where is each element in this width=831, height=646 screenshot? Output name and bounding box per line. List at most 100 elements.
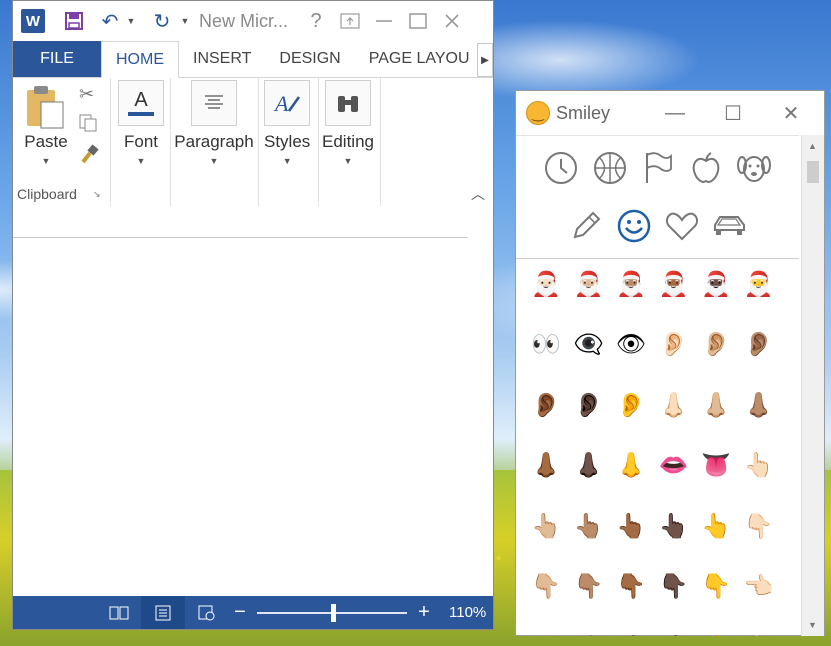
emoji-panel-title: Smiley: [556, 102, 611, 123]
undo-dropdown-icon[interactable]: ▼: [125, 6, 137, 36]
minimize-icon[interactable]: [367, 6, 401, 36]
clock-icon[interactable]: [541, 148, 581, 188]
collapse-ribbon-icon[interactable]: ︿: [471, 184, 485, 204]
emoji-cell[interactable]: 👂: [613, 387, 649, 423]
scroll-down-icon[interactable]: ▼: [808, 620, 817, 630]
emoji-cell[interactable]: 👉🏻: [741, 629, 777, 637]
emoji-cell[interactable]: 🎅🏼: [571, 266, 607, 302]
emoji-cell[interactable]: 👁‍🗨: [571, 327, 607, 363]
emoji-cell[interactable]: 🎅🏻: [528, 266, 564, 302]
apple-icon[interactable]: [686, 148, 726, 188]
save-icon[interactable]: [59, 6, 89, 36]
tab-design[interactable]: DESIGN: [265, 41, 354, 77]
emoji-cell[interactable]: 👃🏾: [528, 448, 564, 484]
emoji-cell[interactable]: 👂🏾: [528, 387, 564, 423]
pencil-icon[interactable]: [566, 206, 606, 246]
emoji-cell[interactable]: 👂🏻: [656, 327, 692, 363]
emoji-cell[interactable]: 👆🏿: [656, 508, 692, 544]
emoji-cell[interactable]: 👁: [613, 327, 649, 363]
emoji-grid: 🎅🏻 🎅🏼 🎅🏽 🎅🏾 🎅🏿 🎅 👀 👁‍🗨 👁 👂🏻 👂🏼 👂🏽 👂🏾 👂🏿 👂 👃🏻 👃🏼 👃🏽 👃🏾 👃🏿 👃 👄 👅…: [516, 258, 799, 637]
maximize-icon[interactable]: ☐: [704, 101, 762, 126]
cut-icon[interactable]: ✂: [79, 84, 94, 105]
emoji-cell[interactable]: 👂🏽: [741, 327, 777, 363]
smiley-icon[interactable]: [614, 206, 654, 246]
scroll-up-icon[interactable]: ▲: [808, 141, 817, 151]
emoji-cell[interactable]: 👇: [698, 569, 734, 605]
zoom-slider-knob[interactable]: [331, 603, 336, 622]
zoom-level[interactable]: 110%: [449, 604, 486, 621]
zoom-out-icon[interactable]: −: [229, 596, 251, 629]
help-icon[interactable]: ?: [299, 6, 333, 36]
scroll-thumb[interactable]: [807, 161, 819, 183]
document-page[interactable]: [13, 208, 493, 596]
emoji-cell[interactable]: 👂🏼: [698, 327, 734, 363]
styles-group: A Styles ▼: [258, 78, 319, 206]
font-button[interactable]: A Font ▼: [118, 80, 164, 166]
emoji-cell[interactable]: 🎅: [741, 266, 777, 302]
emoji-cell[interactable]: 👆🏽: [571, 508, 607, 544]
dog-icon[interactable]: [734, 148, 774, 188]
emoji-cell[interactable]: 🎅🏿: [698, 266, 734, 302]
editing-button[interactable]: Editing ▼: [322, 80, 374, 166]
emoji-cell[interactable]: 👃: [613, 448, 649, 484]
styles-button[interactable]: A Styles ▼: [264, 80, 310, 166]
tab-scroll-right-icon[interactable]: ▶: [477, 43, 493, 77]
emoji-cell[interactable]: 👇🏽: [571, 569, 607, 605]
clipboard-launcher-icon[interactable]: ↘: [93, 189, 101, 200]
heart-icon[interactable]: [662, 206, 702, 246]
print-layout-icon[interactable]: [141, 596, 185, 629]
emoji-cell[interactable]: 👆: [698, 508, 734, 544]
emoji-cell[interactable]: 👃🏿: [571, 448, 607, 484]
emoji-cell[interactable]: 👇🏻: [741, 508, 777, 544]
emoji-cell[interactable]: 🎅🏽: [613, 266, 649, 302]
ribbon-display-icon[interactable]: [333, 6, 367, 36]
emoji-cell[interactable]: 👄: [656, 448, 692, 484]
maximize-icon[interactable]: [401, 6, 435, 36]
customize-qat-icon[interactable]: ▼: [177, 6, 193, 36]
emoji-cell[interactable]: 👆🏼: [528, 508, 564, 544]
redo-icon[interactable]: ↻: [147, 6, 177, 36]
close-icon[interactable]: ✕: [762, 101, 820, 126]
emoji-cell[interactable]: 👈🏽: [571, 629, 607, 637]
minimize-icon[interactable]: —: [646, 102, 704, 125]
emoji-cell[interactable]: 👃🏽: [741, 387, 777, 423]
car-icon[interactable]: [710, 206, 750, 246]
paragraph-dropdown-icon: ▼: [209, 156, 219, 166]
tab-file[interactable]: FILE: [13, 41, 101, 77]
emoji-scrollbar[interactable]: ▲ ▼: [801, 135, 824, 636]
tab-home[interactable]: HOME: [101, 41, 179, 78]
tab-insert[interactable]: INSERT: [179, 41, 265, 77]
close-icon[interactable]: [435, 6, 469, 36]
tab-page-layout[interactable]: PAGE LAYOU: [355, 41, 488, 77]
emoji-cell[interactable]: 👈🏿: [656, 629, 692, 637]
emoji-cell[interactable]: 👈🏾: [613, 629, 649, 637]
basketball-icon[interactable]: [590, 148, 630, 188]
web-layout-icon[interactable]: [185, 596, 229, 629]
emoji-cell[interactable]: 👂🏿: [571, 387, 607, 423]
paragraph-button[interactable]: Paragraph ▼: [174, 80, 254, 166]
format-painter-icon[interactable]: [79, 144, 99, 169]
emoji-cell[interactable]: 🎅🏾: [656, 266, 692, 302]
emoji-cell[interactable]: 👅: [698, 448, 734, 484]
undo-icon[interactable]: ↶: [95, 6, 125, 36]
zoom-in-icon[interactable]: +: [413, 596, 435, 629]
emoji-cell[interactable]: 👈🏼: [528, 629, 564, 637]
font-label: Font: [123, 132, 159, 151]
emoji-cell[interactable]: 👆🏾: [613, 508, 649, 544]
emoji-cell[interactable]: 👇🏿: [656, 569, 692, 605]
emoji-cell[interactable]: 👃🏼: [698, 387, 734, 423]
zoom-slider[interactable]: [257, 603, 407, 622]
flag-icon[interactable]: [638, 148, 678, 188]
paste-button[interactable]: Paste ▼: [21, 84, 71, 166]
read-mode-icon[interactable]: [97, 596, 141, 629]
font-icon-letter: A: [134, 89, 148, 111]
emoji-cell[interactable]: 👈: [698, 629, 734, 637]
emoji-cell[interactable]: 👆🏻: [741, 448, 777, 484]
word-logo-icon: W: [21, 9, 45, 33]
emoji-cell[interactable]: 👈🏻: [741, 569, 777, 605]
emoji-cell[interactable]: 👇🏼: [528, 569, 564, 605]
emoji-cell[interactable]: 👀: [528, 327, 564, 363]
copy-icon[interactable]: [79, 114, 97, 137]
emoji-cell[interactable]: 👇🏾: [613, 569, 649, 605]
emoji-cell[interactable]: 👃🏻: [656, 387, 692, 423]
